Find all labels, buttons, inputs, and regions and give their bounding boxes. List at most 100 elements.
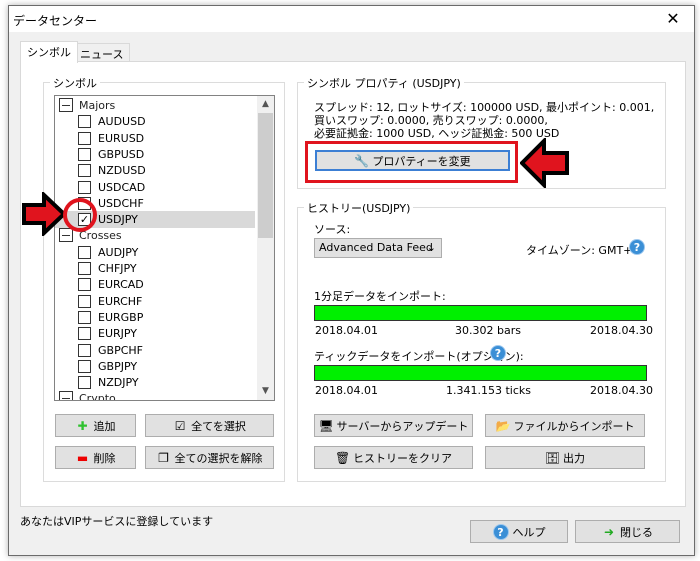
history-group-label: ヒストリー(USDJPY): [304, 200, 414, 216]
m1-bar-count: 30.302 bars: [455, 324, 521, 337]
tick-help-icon[interactable]: ?: [490, 345, 506, 361]
help-icon[interactable]: ?: [629, 239, 645, 255]
symbol-item[interactable]: EURGBP: [55, 309, 255, 326]
vip-status-text: あなたはVIPサービスに登録しています: [20, 515, 214, 528]
m1-start-date: 2018.04.01: [315, 324, 378, 337]
symbol-item[interactable]: NZDJPY: [55, 374, 255, 391]
checkbox[interactable]: [78, 245, 91, 259]
symbol-label: EURCAD: [98, 278, 144, 292]
tab-panel: シンボル Crypto NZDJPY GBPJPY GBPCHF EURJPY EURGB…: [20, 61, 686, 507]
source-label: ソース:: [314, 223, 351, 236]
symbol-item[interactable]: NZDUSD: [55, 162, 255, 179]
deselect-all-label: 全ての選択を解除: [174, 451, 263, 465]
plus-icon: ✚: [77, 418, 88, 433]
source-value: Advanced Data Feed: [319, 241, 433, 254]
annotation-arrow-left-icon: [520, 138, 569, 188]
symbol-item[interactable]: EURUSD: [55, 130, 255, 147]
window-title: データセンター: [13, 14, 98, 28]
symbol-label: EURUSD: [98, 131, 145, 145]
update-from-server-button[interactable]: 🖥 サーバーからアップデート: [314, 414, 473, 437]
close-label: 閉じる: [620, 525, 653, 539]
delete-label: 削除: [93, 451, 116, 465]
symbol-tree[interactable]: Crypto NZDJPY GBPJPY GBPCHF EURJPY EURGBP EURC…: [54, 95, 275, 401]
clear-history-button[interactable]: 🗑 ヒストリーをクリア: [314, 446, 473, 469]
import-file-label: ファイルからインポート: [513, 419, 635, 433]
tab-symbols[interactable]: シンボル: [20, 41, 78, 63]
symbol-item[interactable]: AUDUSD: [55, 113, 255, 130]
tab-news[interactable]: ニュース: [73, 43, 131, 62]
checkbox[interactable]: [78, 294, 91, 308]
symbol-label: EURGBP: [98, 310, 144, 324]
scroll-thumb[interactable]: [258, 113, 273, 238]
checkbox[interactable]: [78, 376, 91, 390]
title-bar: データセンター ✕: [9, 6, 694, 32]
symbol-label: CHFJPY: [98, 262, 137, 275]
help-button[interactable]: ? ヘルプ: [470, 520, 568, 543]
m1-progress-bar: [314, 305, 647, 321]
annotation-arrow-right-icon: [22, 192, 66, 236]
checkbox[interactable]: [78, 131, 91, 145]
close-icon[interactable]: ✕: [658, 8, 688, 30]
export-button[interactable]: 🗄 出力: [485, 446, 645, 469]
chevron-down-icon: ⌄: [426, 241, 436, 254]
tick-progress-bar: [314, 365, 647, 381]
checklist-icon: ☑: [174, 418, 186, 433]
m1-end-date: 2018.04.30: [590, 324, 653, 337]
checkbox[interactable]: [78, 278, 91, 292]
tree-group[interactable]: Crypto: [55, 390, 255, 401]
highlight-box: [305, 141, 518, 183]
symbol-label: GBPJPY: [98, 359, 138, 373]
exit-door-icon: ➜: [603, 524, 615, 539]
computer-icon: 🖥: [318, 418, 334, 433]
checkbox[interactable]: [78, 147, 91, 161]
symbol-label: Crypto: [79, 392, 116, 401]
symbol-item[interactable]: EURJPY: [55, 325, 255, 342]
export-label: 出力: [563, 451, 585, 465]
select-all-button[interactable]: ☑ 全てを選択: [145, 414, 274, 437]
update-server-label: サーバーからアップデート: [336, 419, 469, 433]
symbol-item[interactable]: EURCHF: [55, 293, 255, 310]
checkbox[interactable]: [78, 115, 91, 129]
timezone-label: タイムゾーン: GMT+0: [526, 244, 640, 257]
symbol-label: EURCHF: [98, 294, 143, 308]
folder-icon: 📂: [495, 418, 511, 433]
symbol-label: Majors: [79, 99, 116, 112]
symbol-item[interactable]: GBPUSD: [55, 146, 255, 163]
collapse-icon[interactable]: [59, 391, 73, 400]
symbol-label: EURJPY: [98, 327, 137, 341]
symbol-item[interactable]: AUDJPY: [55, 244, 255, 261]
checkbox[interactable]: [78, 262, 91, 275]
collapse-icon[interactable]: [59, 98, 73, 112]
clear-history-label: ヒストリーをクリア: [353, 451, 452, 465]
symbol-item[interactable]: CHFJPY: [55, 260, 255, 277]
checkbox[interactable]: [78, 343, 91, 357]
scroll-down-icon[interactable]: ▼: [257, 383, 274, 400]
tick-start-date: 2018.04.01: [315, 384, 378, 397]
add-label: 追加: [93, 419, 116, 433]
symbol-item[interactable]: USDCAD: [55, 179, 255, 196]
source-select[interactable]: Advanced Data Feed ⌄: [314, 238, 442, 258]
symbol-item[interactable]: EURCAD: [55, 276, 255, 293]
close-button[interactable]: ➜ 閉じる: [575, 520, 680, 543]
checkbox[interactable]: [78, 164, 91, 178]
tick-end-date: 2018.04.30: [590, 384, 653, 397]
help-label: ヘルプ: [512, 525, 546, 539]
checkbox[interactable]: [78, 327, 91, 341]
import-from-file-button[interactable]: 📂 ファイルからインポート: [485, 414, 645, 437]
scroll-up-icon[interactable]: ▲: [257, 96, 274, 113]
symbol-item[interactable]: GBPCHF: [55, 342, 255, 359]
checkbox[interactable]: [78, 180, 91, 194]
checkbox[interactable]: [78, 359, 91, 373]
symbol-label: GBPCHF: [98, 343, 143, 357]
delete-button[interactable]: ▬ 削除: [55, 446, 136, 469]
trash-icon: 🗑: [335, 450, 351, 465]
add-button[interactable]: ✚ 追加: [55, 414, 136, 437]
deselect-all-button[interactable]: ❐ 全ての選択を解除: [145, 446, 274, 469]
symbol-label: USDCHF: [98, 196, 144, 210]
history-group: ヒストリー(USDJPY) ソース: Advanced Data Feed ⌄ タ…: [297, 200, 666, 482]
symbols-group: シンボル Crypto NZDJPY GBPJPY GBPCHF EURJPY EURGB…: [43, 75, 285, 482]
tree-group[interactable]: Majors: [55, 97, 255, 114]
scrollbar[interactable]: ▲ ▼: [257, 96, 274, 400]
symbol-item[interactable]: GBPJPY: [55, 358, 255, 375]
checkbox[interactable]: [78, 310, 91, 324]
